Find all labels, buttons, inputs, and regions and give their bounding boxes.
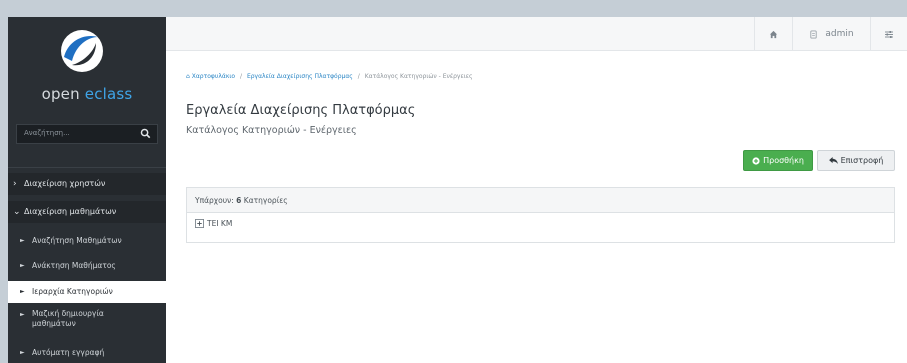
breadcrumb-link-admin-tools[interactable]: Εργαλεία Διαχείρισης Πλατφόρμας (247, 73, 353, 80)
add-button[interactable]: Προσθήκη (743, 150, 813, 171)
main-content: admin ⌂ Χαρτοφυλάκιο / Εργαλεία Διαχείρι… (166, 17, 907, 363)
username: admin (825, 29, 854, 39)
nav-section-courses[interactable]: ⌄ Διαχείριση μαθημάτων (8, 201, 166, 223)
sidebar-search[interactable]: Αναζήτηση... (16, 124, 158, 144)
breadcrumb-link-portfolio[interactable]: Χαρτοφυλάκιο (192, 73, 235, 80)
add-button-label: Προσθήκη (763, 156, 804, 165)
back-button[interactable]: Επιστροφή (817, 150, 895, 171)
caret-right-icon: ► (20, 237, 25, 244)
search-icon[interactable] (140, 128, 151, 139)
divider (8, 167, 166, 168)
caret-right-icon: ► (20, 311, 25, 318)
sidebar-item-label: Ανάκτηση Μαθήματος (32, 261, 116, 270)
settings-button[interactable] (870, 17, 907, 51)
brand-accent: eclass (84, 85, 133, 103)
tree-node-label[interactable]: ΤΕΙ ΚΜ (207, 219, 232, 228)
reply-icon (828, 157, 838, 164)
sidebar: open eclass Αναζήτηση... › Διαχείριση χρ… (8, 17, 166, 363)
page-title: Εργαλεία Διαχείρισης Πλατφόρμας (186, 103, 416, 118)
tree-node[interactable]: ΤΕΙ ΚΜ (195, 219, 232, 228)
nav-section-users[interactable]: › Διαχείριση χρηστών (8, 173, 166, 195)
sidebar-item-label: Μαζική δημιουργία (32, 309, 104, 318)
user-icon (810, 29, 818, 39)
caret-right-icon: ► (20, 349, 25, 356)
home-crumb-icon: ⌂ (186, 73, 190, 80)
sidebar-item-bulk-create[interactable]: ► Μαζική δημιουργία μαθημάτων (8, 307, 166, 333)
count-prefix: Υπάρχουν: (195, 196, 237, 205)
categories-panel: Υπάρχουν: 6 Κατηγορίες ΤΕΙ ΚΜ (186, 187, 895, 243)
topbar: admin (166, 17, 907, 51)
eclass-logo[interactable] (58, 27, 106, 75)
chevron-down-icon: ⌄ (13, 207, 21, 217)
categories-count: Υπάρχουν: 6 Κατηγορίες (187, 188, 894, 213)
sidebar-item-restore-course[interactable]: ► Ανάκτηση Μαθήματος (8, 255, 166, 277)
breadcrumb-separator: / (240, 73, 243, 80)
sidebar-item-category-hierarchy[interactable]: ► Ιεραρχία Κατηγοριών (8, 281, 166, 303)
count-suffix: Κατηγορίες (241, 196, 288, 205)
nav-section-label: Διαχείριση χρηστών (24, 179, 106, 188)
nav-section-label: Διαχείριση μαθημάτων (24, 207, 117, 216)
back-button-label: Επιστροφή (840, 156, 884, 165)
breadcrumb: ⌂ Χαρτοφυλάκιο / Εργαλεία Διαχείρισης Πλ… (186, 73, 473, 80)
sidebar-item-label: Αυτόματη εγγραφή (32, 348, 105, 357)
brand-prefix: open (41, 85, 85, 103)
caret-right-icon: ► (20, 262, 25, 269)
home-icon (769, 30, 778, 38)
breadcrumb-current: Κατάλογος Κατηγοριών - Ενέργειες (364, 73, 473, 80)
home-button[interactable] (754, 17, 792, 51)
sidebar-item-label: Ιεραρχία Κατηγοριών (32, 287, 113, 296)
breadcrumb-separator: / (357, 73, 360, 80)
page-subtitle: Κατάλογος Κατηγοριών - Ενέργειες (186, 125, 357, 136)
brand-name: open eclass (8, 85, 166, 103)
plus-circle-icon (752, 156, 760, 165)
sidebar-item-auto-enroll[interactable]: ► Αυτόματη εγγραφή (8, 343, 166, 363)
app-frame: open eclass Αναζήτηση... › Διαχείριση χρ… (8, 17, 907, 363)
sidebar-item-label: μαθημάτων (32, 319, 76, 328)
user-menu[interactable]: admin (792, 17, 870, 51)
search-input[interactable]: Αναζήτηση... (24, 129, 70, 137)
expand-plus-icon[interactable] (195, 219, 204, 228)
sidebar-item-label: Αναζήτηση Μαθημάτων (32, 236, 122, 245)
chevron-right-icon: › (13, 179, 17, 189)
sliders-icon (885, 30, 893, 38)
sidebar-item-search-courses[interactable]: ► Αναζήτηση Μαθημάτων (8, 230, 166, 252)
caret-right-icon: ► (20, 288, 25, 295)
